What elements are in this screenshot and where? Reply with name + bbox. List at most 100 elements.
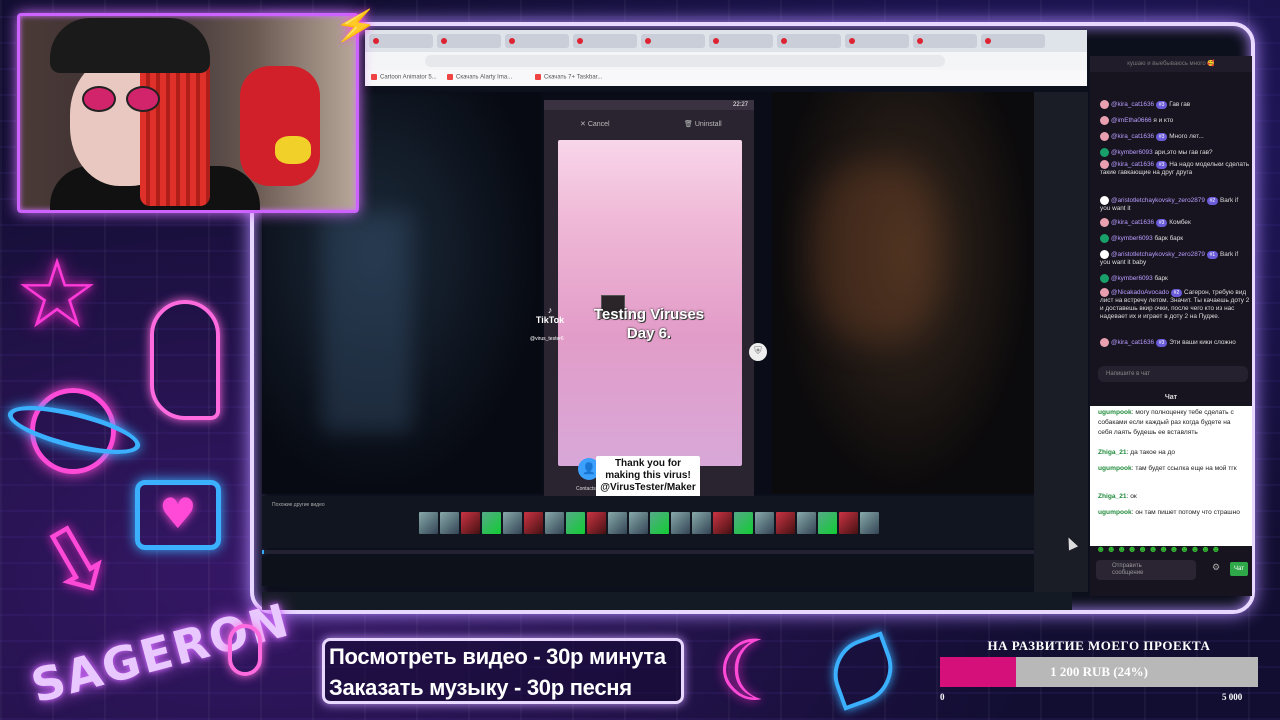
related-video-thumbnail[interactable]: [608, 512, 627, 534]
bookmark-item[interactable]: Скачать 7+ Taskbar...: [535, 74, 602, 81]
chat-username[interactable]: @kymber6093: [1111, 149, 1153, 156]
related-video-thumbnail[interactable]: [566, 512, 585, 534]
chat-text: Эти ваши кики сложно: [1169, 339, 1236, 347]
bookmarks-bar: Cartoon Animator 5... Скачать Alarty Ima…: [365, 70, 1087, 86]
related-video-thumbnail[interactable]: [776, 512, 795, 534]
gear-icon[interactable]: ⚙: [1212, 562, 1220, 573]
cancel-button[interactable]: ✕ Cancel: [580, 120, 610, 128]
chat-text: ок: [1130, 493, 1137, 500]
related-video-thumbnail[interactable]: [818, 512, 837, 534]
browser-tab-bar: [365, 30, 1087, 52]
donation-goal-bar: 1 200 RUB (24%): [940, 657, 1258, 687]
shield-icon: ⛨: [749, 343, 767, 361]
chat-username[interactable]: @kira_cat1636: [1111, 219, 1154, 226]
chat-username[interactable]: ugumpook: [1098, 409, 1132, 416]
chat-input[interactable]: Напишите в чат: [1098, 366, 1248, 382]
related-video-thumbnail[interactable]: [545, 512, 564, 534]
chat-username[interactable]: ugumpook: [1098, 509, 1132, 516]
chat-username[interactable]: @aristotletchaykovsky_zero2879: [1111, 197, 1205, 204]
bookmark-item[interactable]: Скачать Alarty Ima...: [447, 74, 512, 81]
chat-text: я и кто: [1153, 117, 1174, 125]
neon-star-icon: ☆: [14, 238, 101, 350]
chat-username[interactable]: @kira_cat1636: [1111, 161, 1154, 168]
chat-username[interactable]: ugumpook: [1098, 465, 1132, 472]
donation-goal-max: 5 000: [1222, 692, 1243, 702]
related-video-thumbnail[interactable]: [650, 512, 669, 534]
chat-text: ари,это мы гав гав?: [1154, 149, 1213, 157]
video-progress-bar[interactable]: [262, 550, 1034, 554]
avatar: [1100, 250, 1109, 259]
price-panel: Посмотреть видео - 30р минута Заказать м…: [322, 638, 684, 704]
tab-favicon-icon: [577, 38, 583, 44]
related-video-thumbnail[interactable]: [587, 512, 606, 534]
chat-username[interactable]: @aristotletchaykovsky_zero2879: [1111, 251, 1205, 258]
chat-username[interactable]: @NicakadoAvocado: [1111, 289, 1169, 296]
uninstall-button[interactable]: 🗑 Uninstall: [684, 120, 722, 128]
related-video-thumbnail[interactable]: [503, 512, 522, 534]
plush-toy-yellow: [275, 136, 311, 164]
avatar: [1100, 196, 1109, 205]
emote-row[interactable]: ☻☻☻☻☻☻☻☻☻☻☻☻: [1096, 544, 1246, 556]
browser-tab[interactable]: [913, 34, 977, 48]
chat-username[interactable]: @kymber6093: [1111, 235, 1153, 242]
chat-message: @kira_cat1636 #3 Эти ваши кики сложно: [1100, 338, 1250, 348]
chat-text: барк: [1154, 275, 1168, 283]
avatar: [1100, 218, 1109, 227]
chat-text: он там пишет потому что страшно: [1135, 509, 1240, 516]
send-message-input[interactable]: Отправить сообщение: [1096, 560, 1196, 580]
browser-tab[interactable]: [981, 34, 1045, 48]
browser-toolbar: [365, 52, 1087, 70]
related-video-thumbnail[interactable]: [755, 512, 774, 534]
chat-username[interactable]: @imEtha0666: [1111, 117, 1152, 124]
related-video-thumbnail[interactable]: [482, 512, 501, 534]
tab-favicon-icon: [441, 38, 447, 44]
chat-badge: #3: [1155, 339, 1168, 348]
related-videos-label: Похожие другие видео: [272, 502, 325, 508]
related-thumbnails: [419, 512, 879, 534]
chat-message: @kira_cat1636 #3 Гав гав: [1100, 100, 1250, 110]
related-video-thumbnail[interactable]: [440, 512, 459, 534]
streamer-hair: [140, 56, 210, 206]
bookmark-item[interactable]: Cartoon Animator 5...: [371, 74, 437, 81]
address-bar[interactable]: [425, 55, 945, 67]
browser-tab[interactable]: [369, 34, 433, 48]
chat-username[interactable]: @kira_cat1636: [1111, 133, 1154, 140]
chat-username[interactable]: @kira_cat1636: [1111, 101, 1154, 108]
chat-text: Комбек: [1169, 219, 1191, 227]
related-video-thumbnail[interactable]: [839, 512, 858, 534]
browser-tab[interactable]: [641, 34, 705, 48]
avatar: [1100, 234, 1109, 243]
chat-message: ugumpook: он там пишет потому что страшн…: [1098, 509, 1240, 516]
related-video-thumbnail[interactable]: [524, 512, 543, 534]
avatar: [1100, 274, 1109, 283]
browser-tab[interactable]: [845, 34, 909, 48]
chat-username[interactable]: Zhiga_21: [1098, 449, 1127, 456]
donation-goal-title: НА РАЗВИТИЕ МОЕГО ПРОЕКТА: [987, 638, 1211, 653]
chat-message: @imEtha0666 я и кто: [1100, 116, 1250, 125]
related-video-thumbnail[interactable]: [692, 512, 711, 534]
browser-tab[interactable]: [573, 34, 637, 48]
neon-flamingo-icon: [150, 300, 220, 420]
related-video-thumbnail[interactable]: [860, 512, 879, 534]
tab-favicon-icon: [713, 38, 719, 44]
chat-text: барк барк: [1154, 235, 1184, 243]
related-video-thumbnail[interactable]: [419, 512, 438, 534]
related-video-thumbnail[interactable]: [797, 512, 816, 534]
browser-tab[interactable]: [777, 34, 841, 48]
chat-username[interactable]: Zhiga_21: [1098, 493, 1127, 500]
browser-tab[interactable]: [505, 34, 569, 48]
related-video-thumbnail[interactable]: [713, 512, 732, 534]
chat-username[interactable]: @kymber6093: [1111, 275, 1153, 282]
related-video-thumbnail[interactable]: [629, 512, 648, 534]
related-video-thumbnail[interactable]: [734, 512, 753, 534]
tab-favicon-icon: [645, 38, 651, 44]
avatar: [1100, 338, 1109, 347]
browser-tab[interactable]: [437, 34, 501, 48]
send-chat-button[interactable]: Чат: [1230, 562, 1248, 576]
related-videos-strip: Похожие другие видео: [262, 496, 1034, 548]
chat-message: Zhiga_21: да такое на до: [1098, 449, 1176, 456]
chat-username[interactable]: @kira_cat1636: [1111, 339, 1154, 346]
related-video-thumbnail[interactable]: [461, 512, 480, 534]
browser-tab[interactable]: [709, 34, 773, 48]
related-video-thumbnail[interactable]: [671, 512, 690, 534]
